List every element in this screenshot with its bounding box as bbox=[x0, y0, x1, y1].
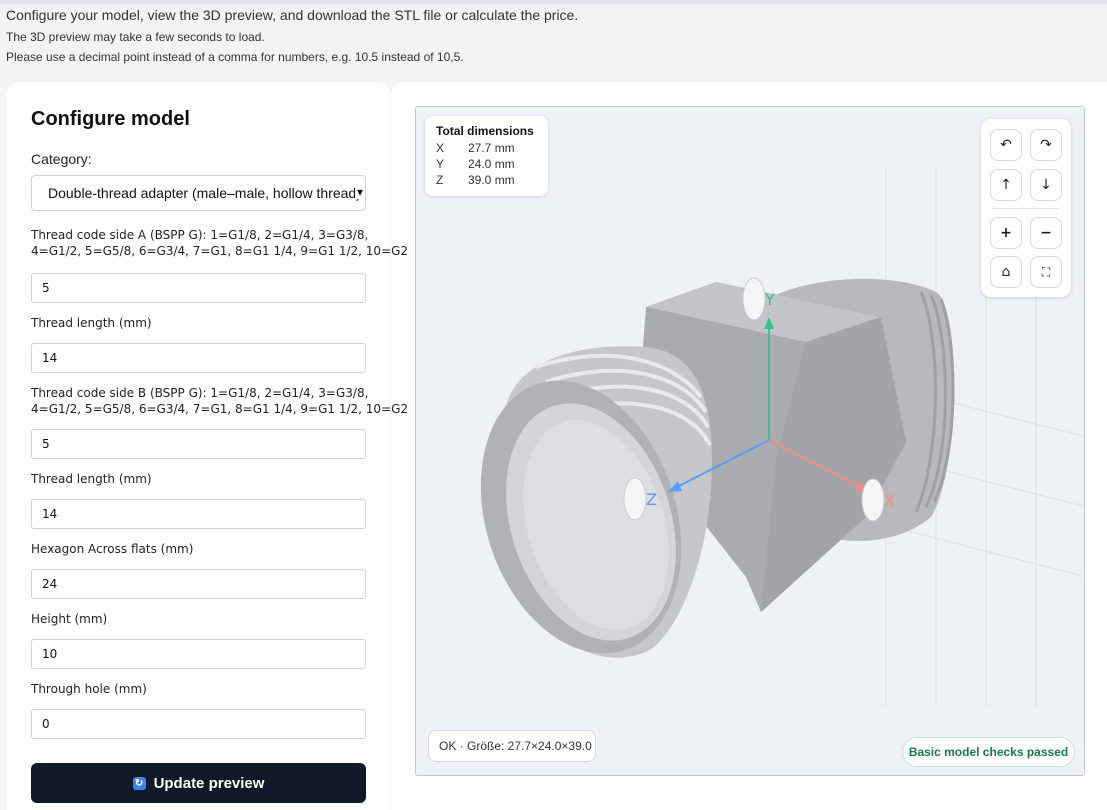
category-label: Category: bbox=[31, 151, 92, 167]
plus-icon: + bbox=[1000, 225, 1012, 241]
model-checks-badge: Basic model checks passed bbox=[902, 737, 1075, 767]
thread-code-a-label: Thread code side A (BSPP G): 1=G1/8, 2=G… bbox=[31, 228, 409, 258]
chevron-down-icon: ▾ bbox=[354, 185, 363, 199]
status-badge: OK · Größe: 27.7×24.0×39.0 bbox=[428, 730, 596, 762]
thread-length-b-label: Thread length (mm) bbox=[31, 472, 152, 486]
update-preview-button[interactable]: ↻ Update preview bbox=[31, 763, 366, 803]
x-axis-handle[interactable] bbox=[861, 478, 885, 522]
through-hole-label: Through hole (mm) bbox=[31, 682, 147, 696]
reset-view-button[interactable]: ⌂ bbox=[990, 256, 1022, 288]
y-axis-label: Y bbox=[764, 290, 775, 309]
y-axis-handle[interactable] bbox=[742, 277, 766, 321]
rotate-left-icon: ↶ bbox=[1000, 137, 1012, 153]
top-border bbox=[0, 0, 1107, 4]
total-dimensions-card: Total dimensions X 27.7 mm Y 24.0 mm Z 39.0… bbox=[425, 116, 548, 196]
dimensions-title: Total dimensions bbox=[436, 124, 534, 138]
category-select[interactable]: Double-thread adapter (male–male, hollow… bbox=[31, 175, 366, 211]
tilt-down-button[interactable]: ↓ bbox=[1030, 169, 1062, 201]
dimension-row-z: Z 39.0 mm bbox=[436, 173, 515, 187]
thread-length-a-label: Thread length (mm) bbox=[31, 316, 152, 330]
controls-divider bbox=[993, 208, 1059, 209]
view-controls: ↶ ↷ ↑ ↓ + − ⌂ ⛶ bbox=[981, 119, 1071, 297]
fullscreen-button[interactable]: ⛶ bbox=[1030, 256, 1062, 288]
x-axis-label: X bbox=[884, 491, 895, 510]
minus-icon: − bbox=[1040, 225, 1052, 241]
height-input[interactable]: 10 bbox=[31, 639, 366, 669]
refresh-icon: ↻ bbox=[132, 776, 146, 790]
tilt-up-button[interactable]: ↑ bbox=[990, 169, 1022, 201]
rotate-right-button[interactable]: ↷ bbox=[1030, 129, 1062, 161]
thread-code-b-input[interactable]: 5 bbox=[31, 429, 366, 459]
thread-code-a-input[interactable]: 5 bbox=[31, 273, 366, 303]
zoom-out-button[interactable]: − bbox=[1030, 217, 1062, 249]
hexagon-flats-label: Hexagon Across flats (mm) bbox=[31, 542, 194, 556]
dimension-row-x: X 27.7 mm bbox=[436, 141, 515, 155]
hexagon-flats-input[interactable]: 24 bbox=[31, 569, 366, 599]
dimension-row-y: Y 24.0 mm bbox=[436, 157, 515, 171]
arrow-down-icon: ↓ bbox=[1040, 177, 1052, 193]
category-value: Double-thread adapter (male–male, hollow… bbox=[48, 185, 361, 201]
thread-length-b-input[interactable]: 14 bbox=[31, 499, 366, 529]
thread-length-a-input[interactable]: 14 bbox=[31, 343, 366, 373]
update-preview-label: Update preview bbox=[153, 774, 265, 792]
z-axis-handle[interactable] bbox=[623, 477, 647, 521]
fullscreen-icon: ⛶ bbox=[1041, 264, 1051, 279]
intro-note-decimal: Please use a decimal point instead of a … bbox=[6, 50, 464, 64]
home-icon: ⌂ bbox=[1001, 264, 1011, 280]
rotate-right-icon: ↷ bbox=[1040, 137, 1052, 153]
rotate-left-button[interactable]: ↶ bbox=[990, 129, 1022, 161]
through-hole-input[interactable]: 0 bbox=[31, 709, 366, 739]
configure-title: Configure model bbox=[31, 108, 190, 130]
z-axis-label: Z bbox=[646, 490, 657, 509]
intro-text: Configure your model, view the 3D previe… bbox=[6, 7, 579, 23]
thread-code-b-label: Thread code side B (BSPP G): 1=G1/8, 2=G… bbox=[31, 386, 409, 416]
zoom-in-button[interactable]: + bbox=[990, 217, 1022, 249]
intro-note-loading: The 3D preview may take a few seconds to… bbox=[6, 30, 265, 44]
height-label: Height (mm) bbox=[31, 612, 108, 626]
arrow-up-icon: ↑ bbox=[1000, 177, 1012, 193]
